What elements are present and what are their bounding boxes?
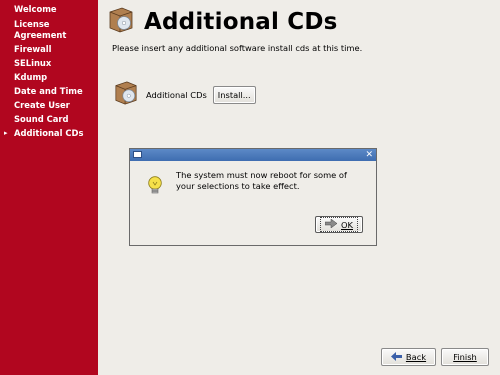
sidebar-item-date-and-time: Date and Time: [0, 86, 98, 97]
install-button[interactable]: Install...: [212, 86, 256, 104]
sidebar-item-create-user: Create User: [0, 100, 98, 111]
finish-button-label: Finish: [453, 352, 477, 362]
sidebar-item-label: License Agreement: [14, 19, 67, 40]
sidebar-item-sound-card: Sound Card: [0, 114, 98, 125]
additional-cds-label: Additional CDs: [146, 90, 207, 100]
lightbulb-icon: [147, 176, 163, 200]
sidebar-item-label: Kdump: [14, 72, 48, 82]
sidebar-item-label: SELinux: [14, 58, 52, 68]
sidebar-nav: Welcome License Agreement Firewall SELin…: [0, 0, 98, 375]
ok-hand-icon: [324, 218, 338, 230]
sidebar-item-label: Create User: [14, 100, 70, 110]
dialog-message: The system must now reboot for some of y…: [176, 170, 347, 191]
ok-button[interactable]: OK: [315, 216, 363, 233]
sidebar-item-welcome: Welcome: [0, 4, 98, 15]
reboot-dialog: ✕ The system must now reboot for some of…: [129, 148, 377, 246]
sidebar-item-firewall: Firewall: [0, 44, 98, 55]
cd-box-icon: [114, 80, 138, 110]
finish-button[interactable]: Finish: [441, 348, 489, 366]
back-button[interactable]: Back: [381, 348, 436, 366]
page-header: Additional CDs: [108, 6, 338, 38]
dialog-titlebar[interactable]: ✕: [130, 149, 376, 161]
close-icon[interactable]: ✕: [365, 149, 373, 161]
additional-cds-row: Additional CDs Install...: [114, 80, 256, 110]
cd-box-icon: [108, 6, 134, 38]
sidebar-item-selinux: SELinux: [0, 58, 98, 69]
sidebar-item-label: Sound Card: [14, 114, 69, 124]
current-step-arrow-icon: ▸: [4, 129, 8, 137]
back-arrow-icon: [390, 351, 402, 363]
ok-button-focus: OK: [320, 217, 358, 232]
sidebar-item-label: Firewall: [14, 44, 52, 54]
page-title: Additional CDs: [144, 9, 338, 35]
sidebar-item-label: Date and Time: [14, 86, 83, 96]
back-button-label: Back: [405, 352, 427, 362]
sidebar-item-additional-cds: ▸ Additional CDs: [0, 128, 98, 139]
sidebar-item-license-agreement: License Agreement: [0, 19, 84, 41]
instruction-text: Please insert any additional software in…: [112, 43, 363, 53]
sidebar-item-label: Additional CDs: [14, 128, 84, 138]
window-icon: [133, 151, 142, 158]
sidebar-item-label: Welcome: [14, 4, 57, 14]
sidebar-item-kdump: Kdump: [0, 72, 98, 83]
ok-button-label: OK: [341, 219, 353, 230]
